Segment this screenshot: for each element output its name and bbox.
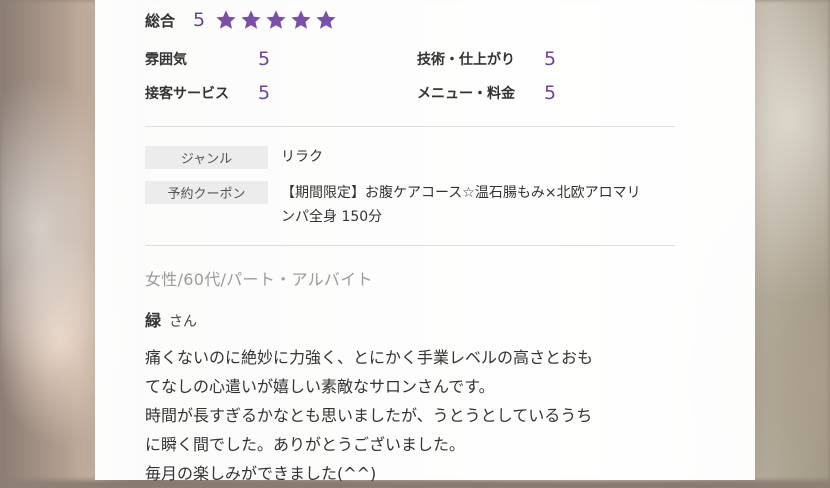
reviewer-honorific: さん <box>169 314 198 330</box>
subscore-label: メニュー・料金 <box>417 86 515 102</box>
coupon-label: 予約クーポン <box>145 181 268 204</box>
subscore-technique: 技術・仕上がり 5 <box>417 45 556 73</box>
review-line: 痛くないのに絶妙に力強く、とにかく手業レベルの高さとおも <box>145 348 594 367</box>
genre-label: ジャンル <box>145 146 268 169</box>
star-icon <box>291 10 311 29</box>
subscore-service: 接客サービス 5 <box>145 79 270 107</box>
reviewer-meta: 女性/60代/パート・アルバイト <box>145 270 373 289</box>
subscore-label: 雰囲気 <box>145 52 187 68</box>
subscore-label: 技術・仕上がり <box>417 52 515 68</box>
review-card: 総合 5 雰囲気 5 技術・仕上がり 5 接客サービス 5 メニュー・料金 5 <box>95 0 755 483</box>
subscore-atmosphere: 雰囲気 5 <box>145 45 270 73</box>
subscore-value: 5 <box>258 48 271 70</box>
review-line: てなしの心遣いが嬉しい素敵なサロンさんです。 <box>145 377 495 396</box>
subscore-value: 5 <box>544 48 557 70</box>
reviewer-name-text: 緑 <box>145 311 162 330</box>
review-line: に瞬く間でした。ありがとうございました。 <box>145 435 466 454</box>
coupon-value[interactable]: 【期間限定】お腹ケアコース☆温石腸もみ×北欧アロマリ ンパ全身 150分 <box>281 181 671 229</box>
coupon-text-line: ンパ全身 150分 <box>281 209 383 225</box>
review-line: 時間が長すぎるかなとも思いましたが、うとうとしているうち <box>145 406 593 425</box>
star-icon <box>216 10 236 29</box>
subscore-value: 5 <box>544 82 557 104</box>
subscore-menu-price: メニュー・料金 5 <box>417 79 556 107</box>
overall-rating: 総合 5 <box>145 5 337 35</box>
overall-score: 5 <box>193 9 206 31</box>
star-icon <box>241 10 261 29</box>
review-line: 毎月の楽しみができました(^^) <box>145 464 377 483</box>
sub-ratings: 雰囲気 5 技術・仕上がり 5 接客サービス 5 メニュー・料金 5 <box>145 45 725 115</box>
coupon-text-line: 【期間限定】お腹ケアコース☆温石腸もみ×北欧アロマリ <box>281 185 641 201</box>
subscore-value: 5 <box>258 82 271 104</box>
divider <box>145 245 675 246</box>
review-body: 痛くないのに絶妙に力強く、とにかく手業レベルの高さとおも てなしの心遣いが嬉しい… <box>145 343 675 488</box>
overall-label: 総合 <box>145 11 176 30</box>
divider <box>145 126 675 127</box>
subscore-label: 接客サービス <box>145 86 229 102</box>
star-rating <box>215 9 337 31</box>
coupon-row: 予約クーポン 【期間限定】お腹ケアコース☆温石腸もみ×北欧アロマリ ンパ全身 1… <box>145 181 671 229</box>
genre-value: リラク <box>281 149 323 165</box>
reviewer-name: 緑 さん <box>145 307 197 331</box>
star-icon <box>266 10 286 29</box>
genre-row: ジャンル リラク <box>145 146 671 169</box>
star-icon <box>316 10 336 29</box>
